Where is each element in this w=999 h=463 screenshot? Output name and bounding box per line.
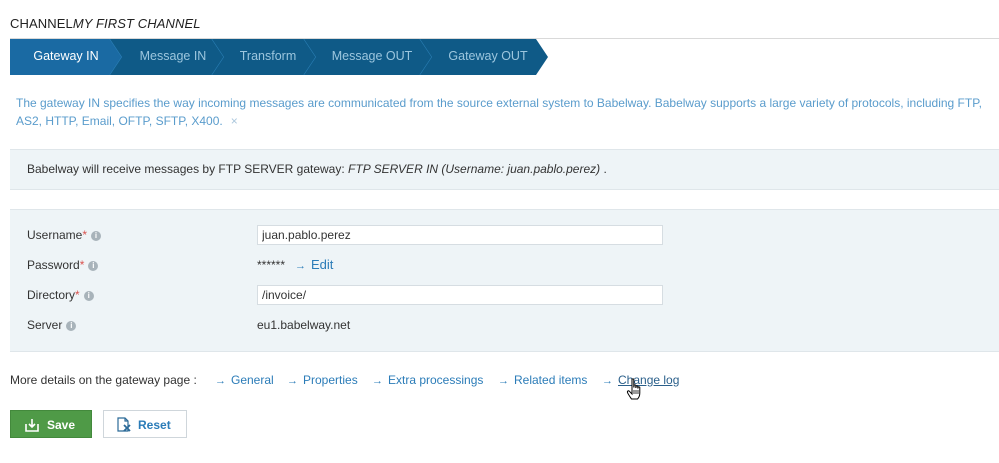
extra-processings-link-label: Extra processings <box>388 373 484 387</box>
gateway-summary-box: Babelway will receive messages by FTP SE… <box>10 149 999 190</box>
password-label-text: Password <box>27 258 80 272</box>
step-gateway-in[interactable]: Gateway IN <box>10 39 122 75</box>
step-transform-label: Transform <box>239 49 297 63</box>
properties-link-label: Properties <box>303 373 358 387</box>
gateway-summary-name: FTP SERVER IN (Username: juan.pablo.pere… <box>348 162 601 176</box>
step-gateway-out[interactable]: Gateway OUT <box>420 39 548 75</box>
reset-button[interactable]: Reset <box>103 410 187 438</box>
directory-label: Directory* i <box>27 288 94 302</box>
info-icon[interactable]: i <box>88 261 99 271</box>
directory-label-text: Directory <box>27 288 76 302</box>
username-input[interactable] <box>257 225 663 245</box>
properties-link[interactable]: → Properties <box>287 373 358 387</box>
step-message-in[interactable]: Message IN <box>110 39 224 75</box>
more-details-label: More details on the gateway page : <box>10 373 197 387</box>
password-label: Password* i <box>27 258 99 272</box>
step-message-in-label: Message IN <box>139 49 207 63</box>
arrow-right-icon: → <box>602 375 613 387</box>
info-icon[interactable]: i <box>91 231 102 241</box>
arrow-right-icon: → <box>215 375 226 387</box>
edit-password-link[interactable]: → Edit <box>295 257 333 272</box>
password-value: ****** <box>257 258 286 272</box>
general-link-label: General <box>231 373 274 387</box>
server-label-text: Server <box>27 318 63 332</box>
username-label-text: Username <box>27 228 83 242</box>
gateway-summary-text: Babelway will receive messages by FTP SE… <box>27 162 345 176</box>
required-mark: * <box>75 288 80 302</box>
info-banner: The gateway IN specifies the way incomin… <box>16 94 991 130</box>
step-navigation: Gateway IN Message IN Transform Message … <box>10 39 570 75</box>
arrow-right-icon: → <box>287 375 298 387</box>
arrow-right-icon: → <box>498 375 509 387</box>
username-label: Username* i <box>27 228 102 242</box>
reset-button-label: Reset <box>138 418 171 432</box>
channel-name: MY FIRST CHANNEL <box>72 16 201 31</box>
related-items-link-label: Related items <box>514 373 588 387</box>
directory-input[interactable] <box>257 285 663 305</box>
info-icon[interactable]: i <box>66 321 77 331</box>
save-button[interactable]: Save <box>10 410 92 438</box>
step-transform[interactable]: Transform <box>212 39 316 75</box>
info-banner-text: The gateway IN specifies the way incomin… <box>16 96 983 128</box>
extra-processings-link[interactable]: → Extra processings <box>372 373 483 387</box>
related-items-link[interactable]: → Related items <box>498 373 587 387</box>
step-message-out-label: Message OUT <box>331 49 413 63</box>
hand-cursor-icon <box>626 378 641 400</box>
edit-password-label: Edit <box>311 257 334 272</box>
reset-file-icon <box>117 417 131 432</box>
title-prefix: CHANNEL <box>10 16 73 31</box>
gateway-settings-form: Username*i Password*i ****** →Edit Direc… <box>10 209 999 352</box>
save-button-label: Save <box>47 418 76 432</box>
info-icon[interactable]: i <box>83 291 94 301</box>
close-icon[interactable]: × <box>231 114 238 128</box>
server-value: eu1.babelway.net <box>257 318 351 332</box>
server-label: Server i <box>27 318 77 332</box>
gateway-summary-suffix: . <box>603 162 607 176</box>
step-gateway-out-label: Gateway OUT <box>448 49 528 63</box>
arrow-right-icon: → <box>372 375 383 387</box>
step-message-out[interactable]: Message OUT <box>304 39 432 75</box>
save-icon <box>25 419 39 432</box>
general-link[interactable]: → General <box>215 373 274 387</box>
page-title: CHANNELMY FIRST CHANNEL <box>10 16 201 31</box>
arrow-right-icon: → <box>295 260 306 272</box>
gateway-summary: Babelway will receive messages by FTP SE… <box>27 162 607 176</box>
required-mark: * <box>79 258 85 272</box>
step-gateway-in-label: Gateway IN <box>33 49 99 63</box>
required-mark: * <box>82 228 88 242</box>
